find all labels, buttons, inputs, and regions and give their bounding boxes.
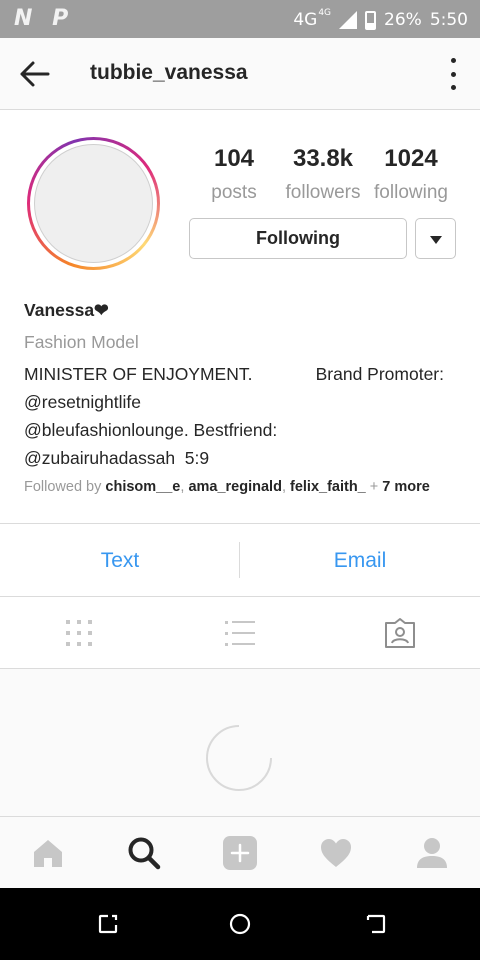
stat-followers[interactable]: 33.8k followers [278, 145, 368, 204]
system-navigation [0, 888, 480, 960]
profile-view-tabs [0, 597, 480, 669]
more-dot [450, 85, 456, 90]
nav-add-post[interactable] [222, 835, 258, 871]
tagged-icon [385, 618, 415, 648]
followed-by[interactable]: Followed by chisom__e, ama_reginald, fel… [24, 479, 430, 495]
loading-spinner-icon [206, 724, 273, 791]
stat-following[interactable]: 1024 following [366, 145, 456, 204]
profile-username: tubbie_vanessa [90, 61, 248, 84]
more-vertical-icon [450, 58, 456, 63]
posts-count: 104 [213, 145, 255, 172]
story-ring[interactable] [27, 137, 160, 270]
followers-count: 33.8k [292, 145, 354, 172]
category-label: Fashion Model [24, 332, 139, 352]
text-button[interactable]: Text [0, 524, 240, 596]
posts-label: posts [211, 182, 257, 203]
caret-down-icon [430, 236, 442, 244]
back-button[interactable] [18, 58, 52, 90]
network-label: 4G [293, 10, 318, 30]
arrow-left-icon [20, 61, 50, 87]
grid-icon [66, 620, 92, 646]
email-button[interactable]: Email [240, 524, 480, 596]
clock: 5:50 [429, 10, 468, 30]
followers-label: followers [285, 182, 361, 203]
back-system-button[interactable] [364, 912, 388, 936]
followed-by-more[interactable]: 7 more [382, 479, 430, 495]
search-icon [128, 837, 161, 870]
heart-icon [321, 839, 351, 867]
follower-link[interactable]: ama_reginald [188, 479, 282, 495]
bio-mention-zubairuhadassah[interactable]: @zubairuhadassah 5:9 [24, 444, 464, 472]
status-bar: N P 4G 4G 26% 5:50 [0, 0, 480, 38]
more-dot [450, 71, 456, 77]
contact-row: Text Email [0, 523, 480, 597]
follower-link[interactable]: chisom__e [105, 479, 180, 495]
profile-icon [417, 838, 447, 868]
nav-activity[interactable] [318, 835, 354, 871]
following-count: 1024 [384, 145, 438, 172]
bio-text: Brand Promoter: [315, 364, 444, 384]
add-icon [223, 836, 257, 870]
feed-area [0, 669, 480, 816]
app-header: tubbie_vanessa [0, 38, 480, 110]
followed-by-prefix: Followed by [24, 479, 106, 495]
avatar-frame [30, 140, 157, 267]
status-right: 4G 4G 26% 5:50 [293, 8, 468, 32]
home-icon [34, 840, 62, 867]
display-name: Vanessa❤ [24, 300, 109, 320]
home-system-button[interactable] [228, 912, 252, 936]
suggested-dropdown-button[interactable] [415, 218, 456, 259]
back-icon [366, 914, 386, 934]
battery-percent: 26% [384, 10, 422, 30]
signal-icon [339, 11, 358, 29]
following-label: following [374, 182, 448, 203]
nav-profile[interactable] [414, 835, 450, 871]
bio-mention-bleufashionlounge[interactable]: @bleufashionlounge. Bestfriend: [24, 416, 464, 444]
network-sup: 4G [318, 8, 332, 18]
bio-text: MINISTER OF ENJOYMENT. [24, 364, 253, 384]
bio-line: MINISTER OF ENJOYMENT. Brand Promoter: [24, 360, 464, 388]
avatar [34, 144, 153, 263]
battery-icon [365, 10, 377, 30]
list-icon [225, 621, 255, 646]
network-indicator: 4G 4G [293, 8, 332, 30]
recent-apps-button[interactable] [96, 912, 120, 936]
following-button[interactable]: Following [189, 218, 407, 259]
tab-grid[interactable] [61, 615, 97, 651]
bio: Vanessa❤ Fashion Model MINISTER OF ENJOY… [24, 300, 464, 472]
more-options-button[interactable] [448, 58, 458, 90]
home-circle-icon [229, 913, 251, 935]
nav-search[interactable] [126, 835, 162, 871]
recent-apps-icon [98, 914, 118, 934]
bottom-navigation [0, 816, 480, 888]
tab-tagged[interactable] [382, 615, 418, 651]
stat-posts[interactable]: 104 posts [198, 145, 270, 204]
notification-icons: N P [14, 6, 75, 31]
bio-mention-resetnightlife[interactable]: @resetnightlife [24, 388, 464, 416]
tab-list[interactable] [222, 615, 258, 651]
follower-link[interactable]: felix_faith_ [290, 479, 366, 495]
nav-home[interactable] [30, 835, 66, 871]
